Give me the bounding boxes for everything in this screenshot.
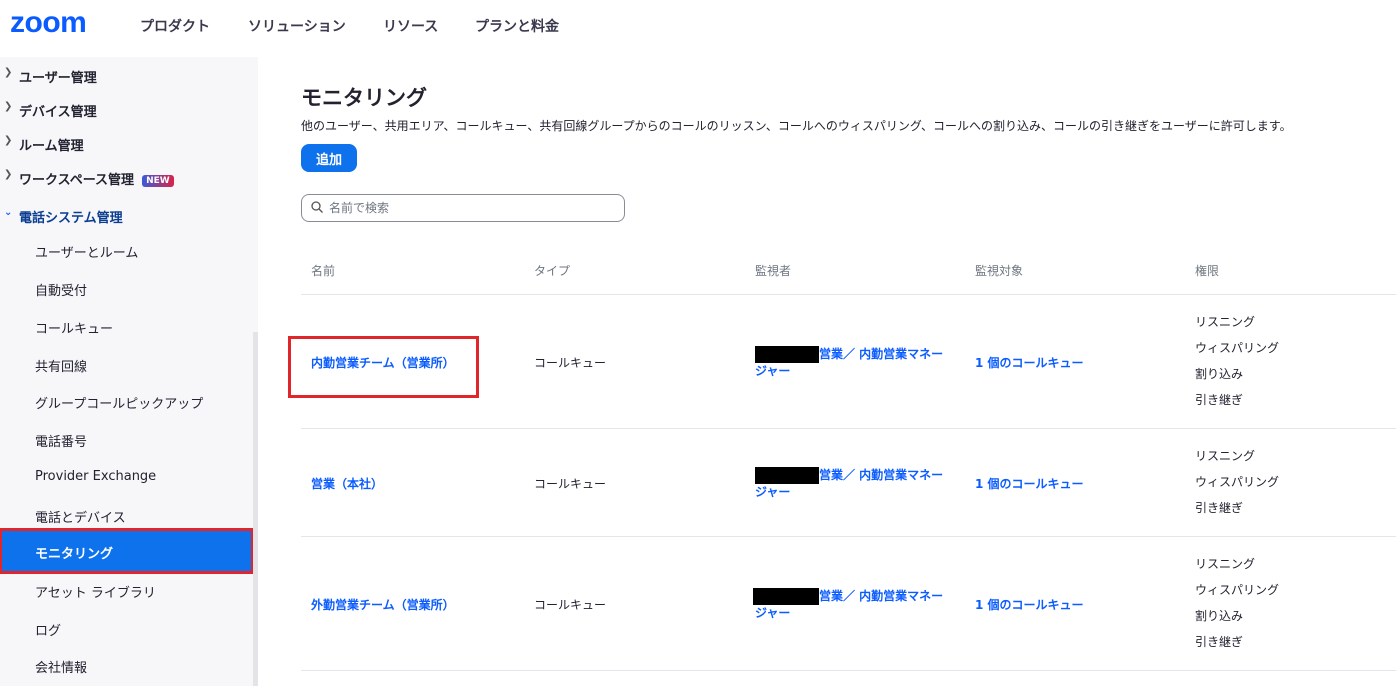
sidebar-subitem-auto-receptionist[interactable]: 自動受付 — [35, 280, 87, 299]
supervisor-link[interactable]: 営業／ 内勤営業マネー — [819, 588, 943, 605]
sidebar-subitem-shared-lines[interactable]: 共有回線 — [35, 356, 87, 375]
permission-label: 引き継ぎ — [1195, 501, 1244, 515]
permission-label: リスニング — [1195, 315, 1256, 329]
page-description: 他のユーザー、共用エリア、コールキュー、共有回線グループからのコールのリッスン、… — [301, 119, 1292, 133]
supervisor-link[interactable]: 営業／ 内勤営業マネー — [819, 346, 943, 363]
monitored-target-link[interactable]: 1 個のコールキュー — [975, 354, 1084, 371]
permission-label: 割り込み — [1195, 609, 1244, 623]
chevron-right-icon: ❯ — [4, 169, 13, 180]
chevron-right-icon: ❯ — [4, 67, 13, 78]
supervisor-link-continued[interactable]: ジャー — [755, 484, 790, 501]
search-icon — [311, 201, 323, 213]
nav-products[interactable]: プロダクト — [140, 16, 210, 36]
sidebar-subitem-phone-numbers[interactable]: 電話番号 — [35, 431, 87, 450]
sidebar: ❯ ユーザー管理 ❯ デバイス管理 ❯ ルーム管理 ❯ ワークスペース管理 NEW… — [0, 57, 258, 686]
permission-label: 引き継ぎ — [1195, 635, 1244, 649]
sidebar-subitem-company-info[interactable]: 会社情報 — [35, 657, 87, 676]
divider — [301, 670, 1396, 671]
permission-label: 割り込み — [1195, 367, 1244, 381]
monitored-target-link[interactable]: 1 個のコールキュー — [975, 475, 1084, 492]
column-header-name[interactable]: 名前 — [311, 262, 335, 279]
sidebar-subitem-call-queue[interactable]: コールキュー — [35, 318, 113, 337]
row-type: コールキュー — [534, 477, 607, 491]
nav-resources[interactable]: リソース — [383, 16, 438, 36]
row-name-link[interactable]: 営業（本社） — [311, 475, 383, 492]
chevron-right-icon: ❯ — [4, 101, 13, 112]
row-type: コールキュー — [534, 356, 607, 370]
supervisor-link[interactable]: 営業／ 内勤営業マネー — [819, 467, 943, 484]
permission-label: 引き継ぎ — [1195, 393, 1244, 407]
redacted-block — [755, 467, 819, 484]
sidebar-scrollbar[interactable] — [253, 332, 258, 686]
column-header-permissions[interactable]: 権限 — [1195, 262, 1219, 279]
divider — [301, 428, 1396, 429]
row-name-link[interactable]: 外勤営業チーム（営業所） — [311, 596, 455, 613]
sidebar-item-label: ワークスペース管理 — [19, 173, 135, 188]
column-header-monitored[interactable]: 監視対象 — [975, 262, 1023, 279]
sidebar-subitem-provider-exchange[interactable]: Provider Exchange — [35, 469, 156, 484]
supervisor-link-continued[interactable]: ジャー — [755, 605, 790, 622]
permission-label: リスニング — [1195, 557, 1256, 571]
permission-label: リスニング — [1195, 449, 1256, 463]
column-header-type[interactable]: タイプ — [534, 262, 570, 279]
permission-label: ウィスパリング — [1195, 341, 1280, 355]
search-input[interactable] — [329, 198, 619, 218]
sidebar-subitem-asset-library[interactable]: アセット ライブラリ — [35, 582, 156, 601]
row-type: コールキュー — [534, 598, 607, 612]
divider — [301, 536, 1396, 537]
sidebar-subitem-phones-devices[interactable]: 電話とデバイス — [35, 507, 126, 526]
sidebar-subitem-logs[interactable]: ログ — [35, 620, 61, 639]
sidebar-subitem-monitoring[interactable]: モニタリング — [0, 528, 254, 574]
search-box[interactable] — [301, 194, 625, 222]
page-title: モニタリング — [301, 86, 427, 110]
permission-label: ウィスパリング — [1195, 583, 1280, 597]
redacted-block — [755, 346, 819, 363]
add-button[interactable]: 追加 — [301, 144, 357, 172]
nav-solutions[interactable]: ソリューション — [248, 16, 346, 36]
permission-label: ウィスパリング — [1195, 475, 1280, 489]
zoom-logo[interactable]: zoom — [10, 6, 87, 40]
sidebar-subitem-group-call-pickup[interactable]: グループコールピックアップ — [35, 393, 203, 412]
monitored-target-link[interactable]: 1 個のコールキュー — [975, 596, 1084, 613]
nav-pricing[interactable]: プランと料金 — [475, 16, 559, 36]
redacted-block — [753, 588, 819, 605]
supervisor-link-continued[interactable]: ジャー — [755, 363, 790, 380]
new-badge: NEW — [142, 174, 174, 187]
divider — [301, 294, 1396, 295]
column-header-supervisor[interactable]: 監視者 — [755, 262, 791, 279]
top-navigation: zoom プロダクト ソリューション リソース プランと料金 — [0, 0, 1396, 50]
highlight-box — [288, 336, 479, 398]
sidebar-subitem-users-rooms[interactable]: ユーザーとルーム — [35, 242, 138, 261]
chevron-down-icon: ⌄ — [4, 207, 13, 218]
chevron-right-icon: ❯ — [4, 135, 13, 146]
